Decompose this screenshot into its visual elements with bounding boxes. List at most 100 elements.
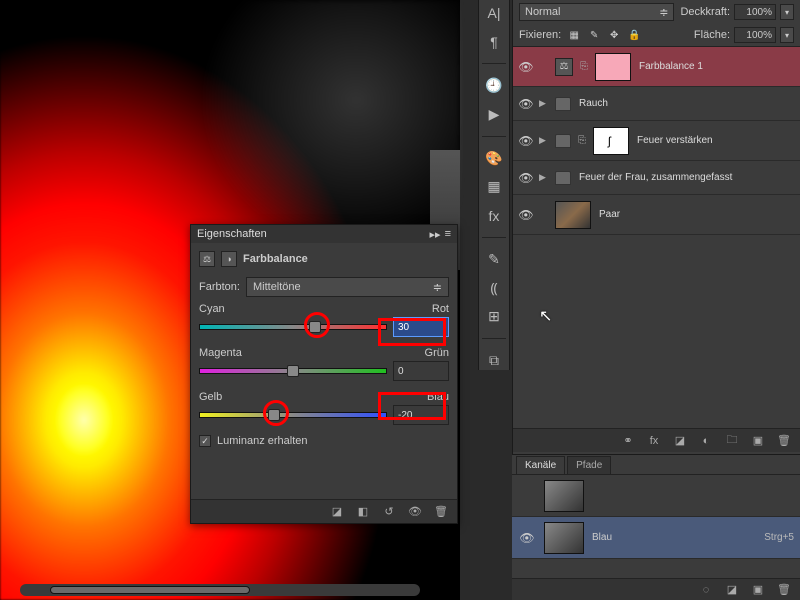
properties-header[interactable]: Eigenschaften ▸▸ ≡	[191, 225, 457, 243]
fill-caret-icon[interactable]: ▾	[780, 27, 794, 43]
visibility-icon[interactable]: 👁	[518, 531, 536, 545]
lock-all-icon[interactable]: 🔒	[627, 28, 641, 42]
cyan-red-slider[interactable]	[199, 324, 387, 330]
layer-list: 👁 ⚖ ⎘ Farbbalance 1 👁 ▶ Rauch 👁 ▶ ⎘ ʃ Fe…	[513, 46, 800, 235]
grid-icon[interactable]: ▦	[484, 177, 504, 196]
link-icon[interactable]: ⎘	[577, 61, 591, 72]
folder-icon	[555, 171, 571, 185]
slider-handle[interactable]	[309, 321, 321, 333]
adjustment-name: Farbbalance	[243, 253, 308, 265]
layer-mask-thumb[interactable]: ʃ	[593, 127, 629, 155]
group-add-icon[interactable]: 🗀	[724, 433, 740, 449]
layer-item-farbbalance[interactable]: 👁 ⚖ ⎘ Farbbalance 1	[513, 47, 800, 87]
trash-icon[interactable]: 🗑	[776, 582, 792, 598]
styles-icon[interactable]: fx	[484, 206, 504, 225]
slider-handle[interactable]	[268, 409, 280, 421]
channel-thumb	[544, 480, 584, 512]
clip-to-layer-icon[interactable]: ◪	[329, 504, 345, 520]
yellow-label: Gelb	[199, 391, 222, 403]
cyan-label: Cyan	[199, 303, 225, 315]
visibility-icon[interactable]: 👁	[517, 134, 535, 148]
save-selection-icon[interactable]: ◪	[724, 582, 740, 598]
layer-item-paar[interactable]: 👁 Paar	[513, 195, 800, 235]
swatches-icon[interactable]: 🎨	[484, 149, 504, 168]
layers-footer: ⚭ fx ◪ ◐ 🗀 ▣ 🗑	[513, 428, 800, 452]
fill-input[interactable]	[734, 27, 776, 43]
preserve-luminosity-checkbox[interactable]: ✓	[199, 435, 211, 447]
visibility-icon[interactable]: 👁	[407, 504, 423, 520]
chevron-updown-icon: ≑	[659, 6, 668, 19]
view-previous-icon[interactable]: ◧	[355, 504, 371, 520]
lock-transparent-icon[interactable]: ▦	[567, 28, 581, 42]
opacity-label: Deckkraft:	[680, 6, 730, 18]
panel-dock-strip: A| ¶ 🕘 ▶ 🎨 ▦ fx ✎ ⸨ ⊞ ⧉	[478, 0, 510, 370]
trash-icon[interactable]: 🗑	[433, 504, 449, 520]
panel-menu-icon[interactable]: ▸▸	[430, 228, 441, 241]
mask-add-icon[interactable]: ◪	[672, 433, 688, 449]
layer-item-feuer-frau[interactable]: 👁 ▶ Feuer der Frau, zusammengefasst	[513, 161, 800, 195]
blue-label: Blau	[427, 391, 449, 403]
new-layer-icon[interactable]: ▣	[750, 433, 766, 449]
opacity-input[interactable]	[734, 4, 776, 20]
slider-handle[interactable]	[287, 365, 299, 377]
trash-icon[interactable]: 🗑	[776, 433, 792, 449]
character-icon[interactable]: A|	[484, 4, 504, 23]
layer-item-rauch[interactable]: 👁 ▶ Rauch	[513, 87, 800, 121]
channel-item[interactable]	[512, 475, 800, 517]
link-layers-icon[interactable]: ⚭	[620, 433, 636, 449]
brush-icon[interactable]: ✎	[484, 250, 504, 269]
lock-label: Fixieren:	[519, 29, 561, 41]
tab-channels[interactable]: Kanäle	[516, 456, 565, 474]
layer-item-feuer-verstaerken[interactable]: 👁 ▶ ⎘ ʃ Feuer verstärken	[513, 121, 800, 161]
yellow-blue-slider[interactable]	[199, 412, 387, 418]
channel-thumb	[544, 522, 584, 554]
disclosure-triangle-icon[interactable]: ▶	[539, 135, 551, 146]
mask-icon[interactable]: ◑	[221, 251, 237, 267]
yellow-blue-value[interactable]	[393, 405, 449, 425]
panel-collapse-icon[interactable]: ≡	[445, 228, 451, 241]
channels-panel: Kanäle Pfade 👁 Blau Strg+5 ◌ ◪ ▣ 🗑	[512, 454, 800, 600]
tone-dropdown[interactable]: Mitteltöne≑	[246, 277, 449, 297]
balance-scale-icon: ⚖	[555, 58, 573, 76]
tab-paths[interactable]: Pfade	[567, 456, 611, 474]
link-icon[interactable]: ⎘	[575, 135, 589, 146]
magenta-green-slider[interactable]	[199, 368, 387, 374]
fx-icon[interactable]: fx	[646, 433, 662, 449]
folder-icon	[555, 97, 571, 111]
new-channel-icon[interactable]: ▣	[750, 582, 766, 598]
lock-paint-icon[interactable]: ✎	[587, 28, 601, 42]
properties-title: Eigenschaften	[197, 228, 267, 240]
load-selection-icon[interactable]: ◌	[698, 582, 714, 598]
visibility-icon[interactable]: 👁	[517, 60, 535, 74]
layer-thumb[interactable]	[555, 201, 591, 229]
history-icon[interactable]: 🕘	[484, 76, 504, 95]
paragraph-icon[interactable]: ¶	[484, 33, 504, 52]
visibility-icon[interactable]: 👁	[517, 97, 535, 111]
reset-icon[interactable]: ↺	[381, 504, 397, 520]
opacity-caret-icon[interactable]: ▾	[780, 4, 794, 20]
magenta-green-value[interactable]	[393, 361, 449, 381]
horizontal-scrollbar[interactable]	[20, 584, 420, 596]
lock-move-icon[interactable]: ✥	[607, 28, 621, 42]
disclosure-triangle-icon[interactable]: ▶	[539, 98, 551, 109]
blend-mode-dropdown[interactable]: Normal≑	[519, 3, 674, 21]
tone-label: Farbton:	[199, 281, 240, 293]
brush-presets-icon[interactable]: ⸨	[484, 279, 504, 298]
clone-source-icon[interactable]: ⧉	[484, 351, 504, 370]
adjustment-add-icon[interactable]: ◐	[698, 433, 714, 449]
visibility-icon[interactable]: 👁	[517, 171, 535, 185]
preserve-luminosity-label: Luminanz erhalten	[217, 435, 308, 447]
properties-panel: Eigenschaften ▸▸ ≡ ⚖ ◑ Farbbalance Farbto…	[190, 224, 458, 524]
channel-item-blau[interactable]: 👁 Blau Strg+5	[512, 517, 800, 559]
play-icon[interactable]: ▶	[484, 105, 504, 124]
magenta-label: Magenta	[199, 347, 242, 359]
tool-presets-icon[interactable]: ⊞	[484, 308, 504, 327]
visibility-icon[interactable]: 👁	[517, 208, 535, 222]
balance-scale-icon: ⚖	[199, 251, 215, 267]
layer-mask-thumb[interactable]	[595, 53, 631, 81]
fill-label: Fläche:	[694, 29, 730, 41]
cyan-red-value[interactable]	[393, 317, 449, 337]
disclosure-triangle-icon[interactable]: ▶	[539, 172, 551, 183]
red-label: Rot	[432, 303, 449, 315]
smoke-image	[200, 0, 460, 250]
